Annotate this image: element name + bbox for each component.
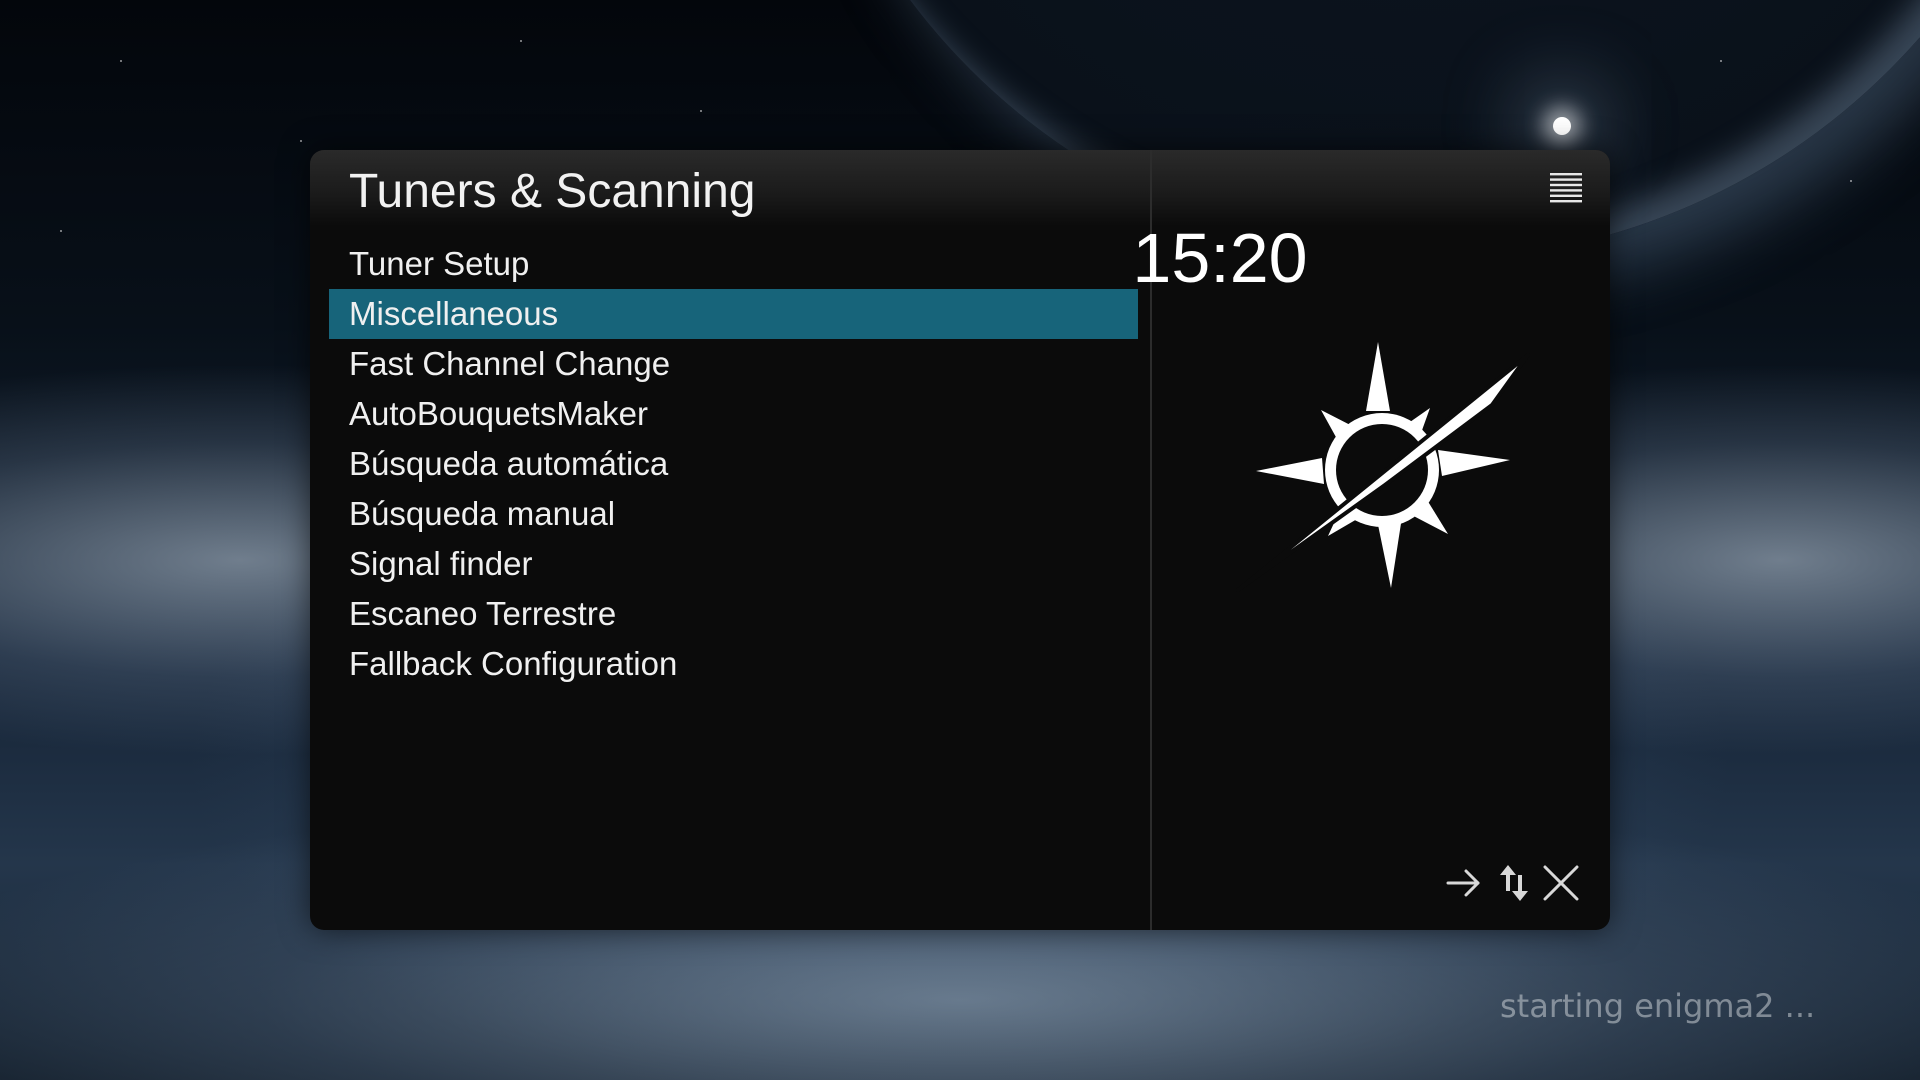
menu-item[interactable]: Escaneo Terrestre (329, 589, 1138, 639)
screen-title: Tuners & Scanning (349, 165, 756, 218)
menu-item[interactable]: Fast Channel Change (329, 339, 1138, 389)
up-down-arrows-icon[interactable] (1498, 863, 1530, 903)
menu-item[interactable]: Signal finder (329, 539, 1138, 589)
star (520, 40, 522, 42)
menu-list: Tuner Setup Miscellaneous Fast Channel Cha… (329, 239, 1138, 689)
menu-item[interactable]: Tuner Setup (329, 239, 1138, 289)
close-icon[interactable] (1541, 863, 1581, 903)
compass-icon (1236, 342, 1530, 592)
star (60, 230, 62, 232)
status-text: starting enigma2 ... (1500, 987, 1816, 1025)
menu-item-selected[interactable]: Miscellaneous (329, 289, 1138, 339)
sun-glow (1553, 117, 1571, 135)
clock: 15:20 (1132, 219, 1308, 297)
menu-item[interactable]: Fallback Configuration (329, 639, 1138, 689)
star (1850, 180, 1852, 182)
menu-lines-icon[interactable] (1550, 173, 1582, 203)
menu-item[interactable]: Búsqueda manual (329, 489, 1138, 539)
menu-item[interactable]: Búsqueda automática (329, 439, 1138, 489)
star (120, 60, 122, 62)
star (1720, 60, 1722, 62)
star (300, 140, 302, 142)
menu-item[interactable]: AutoBouquetsMaker (329, 389, 1138, 439)
arrow-right-icon[interactable] (1444, 863, 1484, 903)
star (700, 110, 702, 112)
